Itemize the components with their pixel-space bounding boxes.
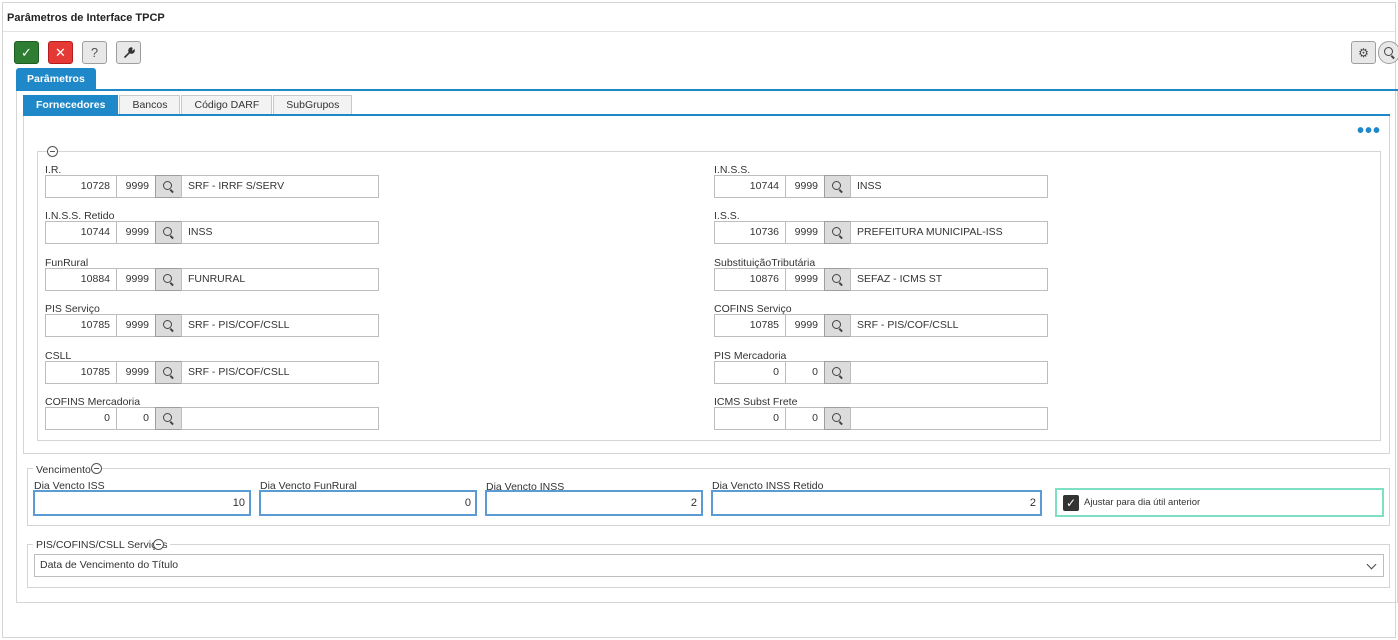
- fornecedor-left-1-desc-input[interactable]: INSS: [181, 221, 379, 244]
- help-button[interactable]: ?: [82, 41, 107, 64]
- check-icon: ✓: [1063, 495, 1079, 511]
- cancel-button[interactable]: ✕: [48, 41, 73, 64]
- fornecedor-right-0-lookup-button[interactable]: [824, 175, 851, 198]
- window-title: Parâmetros de Interface TPCP: [7, 12, 165, 24]
- tab-parametros[interactable]: Parâmetros: [16, 68, 96, 90]
- fornecedor-left-1-sub-input[interactable]: 9999: [116, 221, 156, 244]
- fornecedor-right-2-code-input[interactable]: 10876: [714, 268, 786, 291]
- fornecedor-left-3-desc-input[interactable]: SRF - PIS/COF/CSLL: [181, 314, 379, 337]
- fornecedor-left-5-sub-input[interactable]: 0: [116, 407, 156, 430]
- search-icon: [163, 181, 172, 190]
- fornecedor-left-4-code-input[interactable]: 10785: [45, 361, 117, 384]
- fornecedor-left-4-desc-input[interactable]: SRF - PIS/COF/CSLL: [181, 361, 379, 384]
- help-icon: ?: [90, 45, 99, 60]
- search-icon: [163, 227, 172, 236]
- fornecedor-right-5-sub-input[interactable]: 0: [785, 407, 825, 430]
- title-divider: [3, 31, 1395, 32]
- dia-vencto-inss-input[interactable]: 2: [485, 490, 703, 516]
- pis-cofins-legend: PIS/COFINS/CSLL Serviços: [33, 539, 171, 551]
- search-icon: [832, 181, 841, 190]
- fornecedor-left-2-lookup-button[interactable]: [155, 268, 182, 291]
- tab-bancos[interactable]: Bancos: [119, 95, 181, 115]
- fornecedor-right-5-code-input[interactable]: 0: [714, 407, 786, 430]
- search-icon: [163, 367, 172, 376]
- fornecedor-right-4-lookup-button[interactable]: [824, 361, 851, 384]
- fornecedor-right-2-sub-input[interactable]: 9999: [785, 268, 825, 291]
- ajustar-dia-util-label: Ajustar para dia útil anterior: [1084, 497, 1201, 508]
- fornecedor-left-0-sub-input[interactable]: 9999: [116, 175, 156, 198]
- tab-subgrupos[interactable]: SubGrupos: [273, 95, 353, 115]
- more-options-icon[interactable]: •••: [1357, 121, 1381, 141]
- fornecedor-left-0-desc-input[interactable]: SRF - IRRF S/SERV: [181, 175, 379, 198]
- fornecedor-right-3-sub-input[interactable]: 9999: [785, 314, 825, 337]
- fornecedor-right-1-sub-input[interactable]: 9999: [785, 221, 825, 244]
- vencimento-collapse-icon[interactable]: [91, 463, 102, 474]
- confirm-button[interactable]: ✓: [14, 41, 39, 64]
- ajustar-dia-util-checkbox[interactable]: ✓ Ajustar para dia útil anterior: [1055, 488, 1384, 517]
- chevron-down-icon: [1366, 559, 1377, 570]
- fornecedor-right-1-code-input[interactable]: 10736: [714, 221, 786, 244]
- search-icon: [832, 274, 841, 283]
- pis-cofins-select[interactable]: Data de Vencimento do Título: [34, 554, 1384, 577]
- search-icon: [832, 320, 841, 329]
- collapse-icon[interactable]: [47, 146, 58, 157]
- dia-vencto-iss-input[interactable]: 10: [33, 490, 251, 516]
- fornecedor-left-3-code-input[interactable]: 10785: [45, 314, 117, 337]
- fornecedor-left-4-lookup-button[interactable]: [155, 361, 182, 384]
- fornecedor-left-0-code-input[interactable]: 10728: [45, 175, 117, 198]
- fornecedor-right-3-code-input[interactable]: 10785: [714, 314, 786, 337]
- tab-codigo-darf[interactable]: Código DARF: [181, 95, 273, 115]
- fornecedor-left-5-lookup-button[interactable]: [155, 407, 182, 430]
- search-icon: [832, 413, 841, 422]
- dia-vencto-funrural-input[interactable]: 0: [259, 490, 477, 516]
- fornecedor-right-2-desc-input[interactable]: SEFAZ - ICMS ST: [850, 268, 1048, 291]
- search-icon: [832, 367, 841, 376]
- fornecedor-right-4-desc-input[interactable]: [850, 361, 1048, 384]
- fornecedor-right-5-lookup-button[interactable]: [824, 407, 851, 430]
- pis-cofins-selected-value: Data de Vencimento do Título: [40, 559, 179, 571]
- search-icon: [163, 413, 172, 422]
- close-icon: ✕: [55, 44, 66, 60]
- search-icon: [1383, 47, 1393, 56]
- check-icon: ✓: [21, 44, 32, 60]
- fornecedor-left-5-desc-input[interactable]: [181, 407, 379, 430]
- fornecedor-left-1-lookup-button[interactable]: [155, 221, 182, 244]
- fornecedor-left-2-code-input[interactable]: 10884: [45, 268, 117, 291]
- fornecedor-right-5-desc-input[interactable]: [850, 407, 1048, 430]
- subtab-bar: Fornecedores Bancos Código DARF SubGrupo…: [23, 95, 353, 115]
- fornecedor-right-2-lookup-button[interactable]: [824, 268, 851, 291]
- fornecedor-left-1-code-input[interactable]: 10744: [45, 221, 117, 244]
- wrench-icon: [123, 46, 135, 58]
- fornecedor-left-3-sub-input[interactable]: 9999: [116, 314, 156, 337]
- fornecedor-right-0-sub-input[interactable]: 9999: [785, 175, 825, 198]
- fornecedor-right-4-sub-input[interactable]: 0: [785, 361, 825, 384]
- search-icon: [832, 227, 841, 236]
- fornecedor-left-5-code-input[interactable]: 0: [45, 407, 117, 430]
- tools-button[interactable]: [116, 41, 141, 64]
- fornecedor-left-3-lookup-button[interactable]: [155, 314, 182, 337]
- fornecedor-right-1-desc-input[interactable]: PREFEITURA MUNICIPAL-ISS: [850, 221, 1048, 244]
- fornecedor-right-0-code-input[interactable]: 10744: [714, 175, 786, 198]
- fornecedor-right-3-desc-input[interactable]: SRF - PIS/COF/CSLL: [850, 314, 1048, 337]
- vencimento-legend: Vencimento: [33, 464, 94, 476]
- fornecedor-right-1-lookup-button[interactable]: [824, 221, 851, 244]
- gear-icon: ⚙: [1358, 45, 1369, 60]
- global-search-button[interactable]: [1378, 41, 1398, 64]
- fornecedor-left-0-lookup-button[interactable]: [155, 175, 182, 198]
- fornecedor-right-3-lookup-button[interactable]: [824, 314, 851, 337]
- fornecedor-left-2-desc-input[interactable]: FUNRURAL: [181, 268, 379, 291]
- tab-fornecedores[interactable]: Fornecedores: [23, 95, 119, 115]
- fornecedor-right-4-code-input[interactable]: 0: [714, 361, 786, 384]
- fornecedor-left-2-sub-input[interactable]: 9999: [116, 268, 156, 291]
- fornecedor-left-4-sub-input[interactable]: 9999: [116, 361, 156, 384]
- search-icon: [163, 320, 172, 329]
- dia-vencto-inss-retido-input[interactable]: 2: [711, 490, 1042, 516]
- fornecedor-right-0-desc-input[interactable]: INSS: [850, 175, 1048, 198]
- pis-cofins-collapse-icon[interactable]: [153, 539, 164, 550]
- settings-button[interactable]: ⚙: [1351, 41, 1376, 64]
- search-icon: [163, 274, 172, 283]
